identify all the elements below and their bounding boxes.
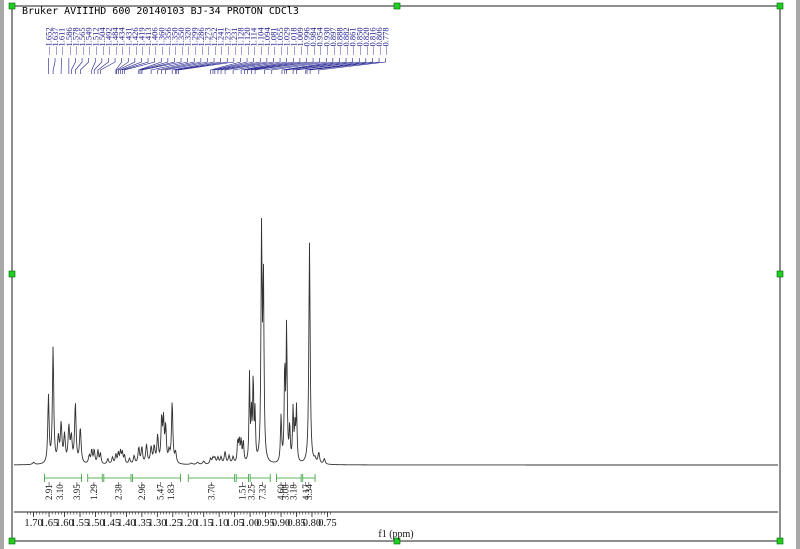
integral-value: 1.83 <box>166 484 176 500</box>
spectrum-trace <box>14 217 778 466</box>
peak-connector <box>75 58 83 74</box>
right-window-edge <box>796 0 800 549</box>
peak-connector <box>97 58 109 74</box>
spectrum-window: Bruker AVIIIHD 600 20140103 BJ-34 PROTON… <box>0 0 800 549</box>
peak-connector <box>52 58 56 74</box>
spectrum-trace-group <box>14 217 778 466</box>
spectrum-title: Bruker AVIIIHD 600 20140103 BJ-34 PROTON… <box>22 6 299 17</box>
x-tick-label: 0.75 <box>318 518 336 529</box>
peak-connector <box>60 58 62 74</box>
integral-group: 2.91 3.10 3.95 1.29 2.38 2.96 5.47 1.83 3.70 1.51… <box>44 474 316 500</box>
handle-bottom-left[interactable] <box>8 537 16 545</box>
peak-connector <box>71 58 76 74</box>
peak-connector <box>309 58 380 74</box>
handle-mid-right[interactable] <box>776 270 784 278</box>
peak-connector <box>100 58 116 74</box>
peak-connector <box>281 58 334 74</box>
selection-handles[interactable] <box>8 2 784 545</box>
integral-value: 3.25 <box>247 484 257 500</box>
handle-top-left[interactable] <box>8 2 16 10</box>
peak-connector <box>80 58 89 74</box>
peak-label-group: —1.652—1.637—1.611—1.586—1.578—1.565—1.5… <box>43 27 391 74</box>
x-axis: 1.701.651.601.551.501.451.401.351.301.25… <box>14 511 778 540</box>
peak-connector <box>91 58 96 74</box>
peak-connector <box>118 58 136 74</box>
x-axis-title: f1 (ppm) <box>378 529 413 540</box>
peak-connector <box>176 58 228 74</box>
integral-value: 3.34 <box>304 484 314 500</box>
peak-connector <box>120 58 142 74</box>
integral-value: 3.95 <box>72 484 82 500</box>
integral-value: 7.32 <box>257 484 267 500</box>
handle-top-center[interactable] <box>393 2 401 10</box>
handle-top-right[interactable] <box>776 2 784 10</box>
peak-label: —0.778 <box>381 27 391 56</box>
integral-value: 3.10 <box>55 484 65 500</box>
integral-value: 2.38 <box>114 484 124 500</box>
integral-value: 2.96 <box>137 484 147 500</box>
integral-value: 3.70 <box>206 484 216 500</box>
handle-bottom-right[interactable] <box>776 537 784 545</box>
peak-connector <box>139 58 169 74</box>
peak-connector <box>157 58 195 74</box>
handle-mid-left[interactable] <box>8 270 16 278</box>
integral-value: 5.47 <box>155 484 165 500</box>
plot-frame <box>11 5 781 542</box>
left-window-edge <box>0 0 4 549</box>
peak-connector <box>224 58 274 74</box>
integral-value: 1.29 <box>89 484 99 500</box>
integral-value: 2.91 <box>44 484 54 500</box>
integral-value: 3.18 <box>288 484 298 500</box>
